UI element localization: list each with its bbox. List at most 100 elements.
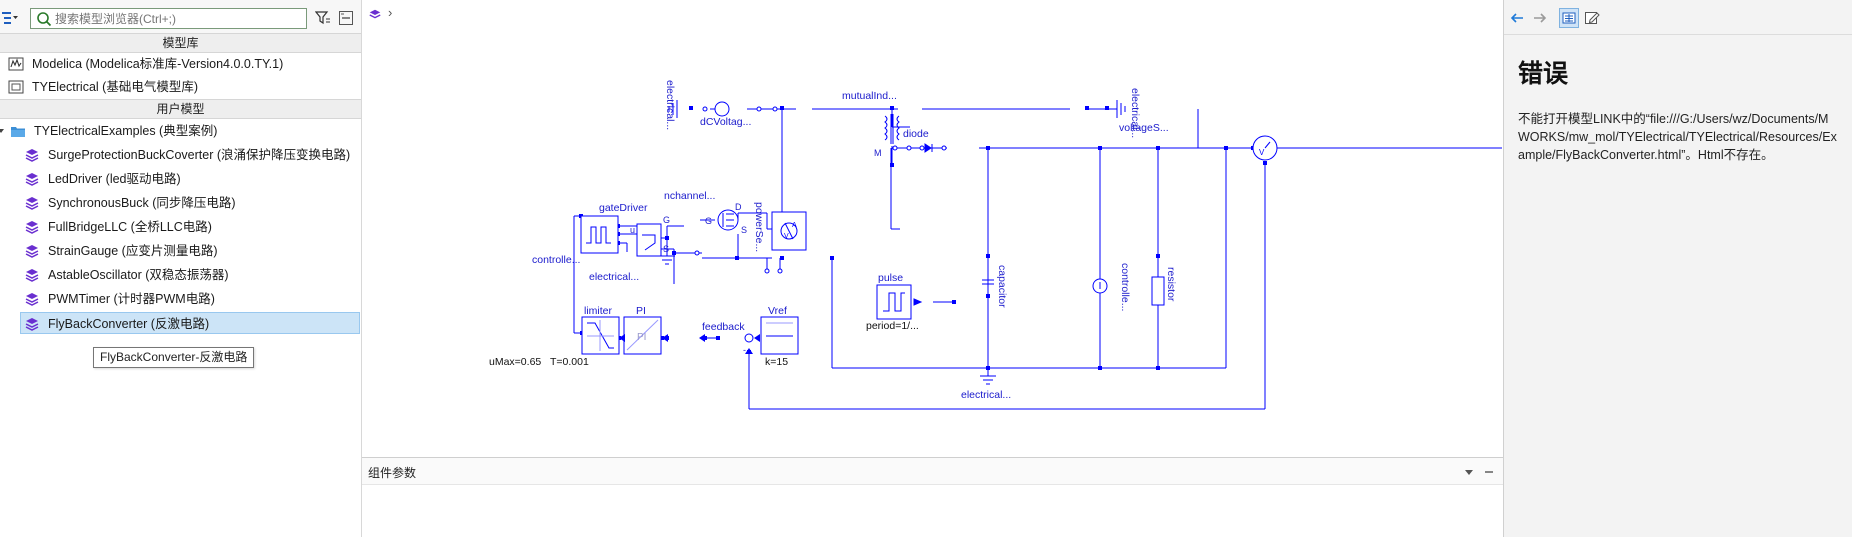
model-stack-icon [25, 173, 39, 186]
expand-arrow-icon[interactable] [0, 123, 8, 139]
library-icon [8, 80, 24, 94]
svg-text:A: A [792, 222, 797, 229]
ground-symbols [659, 100, 1126, 385]
arrow-icon [699, 334, 705, 342]
vref-constant[interactable] [760, 316, 799, 355]
search-input[interactable] [55, 10, 295, 27]
pin-label-m: M [874, 148, 882, 158]
label-controller-left: controlle... [532, 254, 580, 266]
tree-view-menu-icon[interactable] [2, 10, 18, 26]
limiter-block[interactable] [581, 316, 620, 355]
label-electrical-bottom: electrical... [961, 389, 1011, 401]
model-stack-icon[interactable] [368, 8, 382, 22]
back-arrow-icon[interactable] [1509, 10, 1525, 26]
tree-item-model[interactable]: AstableOscillator (双稳态振荡器) [24, 264, 358, 286]
minimize-icon[interactable] [1483, 466, 1495, 478]
breadcrumb-separator: › [388, 5, 393, 20]
nchannel-mosfet[interactable] [717, 209, 739, 231]
tree-item-model[interactable]: SynchronousBuck (同步降压电路) [24, 192, 358, 214]
tree-item-model[interactable]: LedDriver (led驱动电路) [24, 168, 358, 190]
section-header-library: 模型库 [0, 33, 361, 53]
model-browser-panel: 模型库 Modelica (Modelica标准库-Version4.0.0.T… [0, 0, 362, 537]
gate-driver[interactable] [636, 223, 662, 257]
feedback-summer[interactable] [744, 333, 754, 343]
power-sensor[interactable]: A V [771, 211, 807, 251]
svg-text:V: V [784, 233, 789, 240]
label-pulse-period: period=1/... [866, 320, 919, 332]
pin-label-s-mosfet: S [741, 225, 747, 235]
dropdown-icon[interactable] [1463, 466, 1475, 478]
tree-item-label: PWMTimer (计时器PWM电路) [48, 292, 215, 306]
document-view-icon [1562, 12, 1576, 24]
tree-item-label: SynchronousBuck (同步降压电路) [48, 196, 236, 210]
tree-item-label: FlyBackConverter (反激电路) [48, 317, 210, 331]
filter-icon[interactable] [315, 10, 331, 26]
label-gatedriver: gateDriver [599, 202, 648, 214]
label-powersensor: powerSe... [753, 202, 765, 252]
section-header-user-models: 用户模型 [0, 99, 361, 119]
controlled-current-source[interactable] [1092, 278, 1108, 294]
pwm-controller[interactable] [580, 215, 619, 254]
label-feedback: feedback [702, 321, 745, 333]
tree-item-tyelectrical[interactable]: TYElectrical (基础电气模型库) [8, 76, 358, 98]
label-dcvoltage: dCVoltag... [700, 116, 751, 128]
label-limiter: limiter [584, 305, 613, 317]
label-capacitor: capacitor [996, 265, 1008, 308]
error-message: 不能打开模型LINK中的“file:///G:/Users/wz/Documen… [1518, 112, 1837, 162]
dc-voltage-source[interactable] [710, 101, 730, 117]
folder-icon [11, 127, 25, 137]
breadcrumb: › [362, 0, 1503, 29]
model-stack-icon [25, 269, 39, 282]
arrow-icon [619, 334, 625, 342]
label-controller-right: controlle... [1119, 263, 1131, 311]
model-stack-icon [25, 197, 39, 210]
circuit-diagram[interactable]: V A V PI electrical... dCVoltag... mutua… [362, 28, 1503, 457]
pin-label-d-mosfet: D [735, 202, 742, 212]
edit-icon[interactable] [1584, 10, 1600, 26]
documentation-panel: 错误 不能打开模型LINK中的“file:///G:/Users/wz/Docu… [1503, 0, 1852, 537]
voltage-sensor[interactable]: V [1252, 135, 1278, 161]
wires [573, 108, 1502, 410]
forward-arrow-icon[interactable] [1532, 10, 1548, 26]
tree-item-label: FullBridgeLLC (全桥LLC电路) [48, 220, 212, 234]
tree-item-tyelectrical-examples[interactable]: TYElectricalExamples (典型案例) [0, 120, 358, 142]
documentation-toolbar [1504, 0, 1852, 35]
tree-item-label: TYElectricalExamples (典型案例) [34, 124, 218, 138]
tree-item-model-selected[interactable]: FlyBackConverter (反激电路) [20, 312, 360, 334]
resistor-symbol[interactable] [1151, 276, 1165, 306]
model-stack-icon [25, 318, 39, 331]
label-vref-param: k=15 [765, 356, 788, 368]
tree-item-label: AstableOscillator (双稳态振荡器) [48, 268, 229, 282]
model-search-box[interactable] [30, 8, 307, 29]
library-icon [8, 57, 24, 71]
tree-item-modelica[interactable]: Modelica (Modelica标准库-Version4.0.0.TY.1) [8, 53, 358, 75]
label-mutualind: mutualInd... [842, 90, 897, 102]
tree-item-model[interactable]: FullBridgeLLC (全桥LLC电路) [24, 216, 358, 238]
collapse-all-icon[interactable] [338, 10, 354, 26]
tree-item-model[interactable]: SurgeProtectionBuckCoverter (浪涌保护降压变换电路) [24, 144, 358, 166]
label-nchannel: nchannel... [664, 190, 715, 202]
search-icon [37, 12, 52, 27]
component-parameters-panel: 组件参数 [362, 457, 1503, 539]
label-voltagesensor: voltageS... [1119, 122, 1169, 134]
label-resistor: resistor [1165, 267, 1177, 302]
pulse-source[interactable] [876, 284, 923, 320]
diagram-canvas[interactable]: V A V PI electrical... dCVoltag... mutua… [362, 28, 1503, 457]
pin-label-g-mosfet: G [705, 216, 712, 226]
tree-item-label: TYElectrical (基础电气模型库) [32, 80, 198, 94]
label-pi: PI [636, 305, 646, 317]
label-diode: diode [903, 128, 929, 140]
error-title: 错误 [1518, 59, 1569, 88]
view-mode-toggle[interactable] [1559, 8, 1579, 28]
tree-item-label: LedDriver (led驱动电路) [48, 172, 181, 186]
pin-label-s-driver: S [663, 244, 669, 254]
tree-item-model[interactable]: StrainGauge (应变片测量电路) [24, 240, 358, 262]
label-limiter-param: uMax=0.65 [489, 356, 541, 368]
params-title: 组件参数 [368, 466, 417, 480]
arrow-icon [745, 348, 753, 354]
tree-item-model[interactable]: PWMTimer (计时器PWM电路) [24, 288, 358, 310]
svg-text:V: V [1259, 148, 1265, 157]
pin-label-g-driver: G [663, 215, 670, 225]
diagram-editor: › V A V PI electrical... dCVoltag... mut… [362, 0, 1503, 539]
diode-symbol[interactable] [924, 143, 933, 153]
